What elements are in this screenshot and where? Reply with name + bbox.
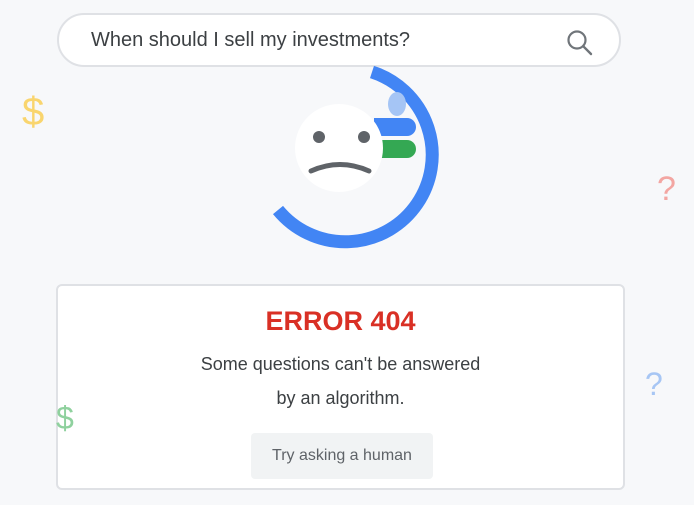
search-input[interactable] — [91, 15, 531, 65]
question-mark-icon: ? — [645, 366, 663, 402]
error-message: Some questions can't be answered — [200, 354, 481, 374]
question-mark-icon: ? — [657, 170, 676, 208]
error-card: ERROR 404 Some questions can't be answer… — [56, 284, 625, 490]
search-icon[interactable] — [565, 28, 595, 58]
search-bar[interactable] — [57, 13, 621, 67]
error-title: ERROR 404 — [265, 306, 416, 336]
dollar-sign-icon: $ — [56, 400, 74, 436]
sad-face-illustration — [272, 65, 439, 249]
error-message: by an algorithm. — [276, 388, 405, 408]
blue-drop — [388, 92, 406, 116]
dollar-sign-icon: $ — [22, 90, 45, 134]
sad-face-icon — [295, 104, 383, 192]
try-asking-human-button[interactable]: Try asking a human — [251, 433, 433, 479]
